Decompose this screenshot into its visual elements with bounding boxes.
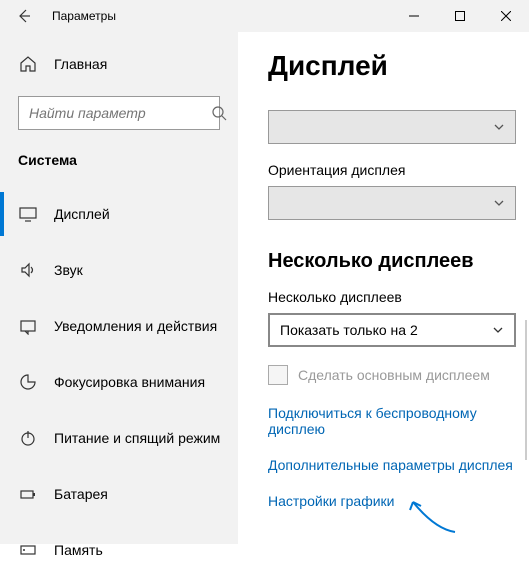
wireless-display-link[interactable]: Подключиться к беспроводному дисплею: [268, 405, 529, 437]
primary-display-checkbox[interactable]: [268, 365, 288, 385]
graphics-settings-link[interactable]: Настройки графики: [268, 493, 529, 509]
minimize-button[interactable]: [391, 0, 437, 32]
maximize-icon: [455, 11, 465, 21]
notifications-icon: [18, 316, 38, 336]
close-icon: [501, 11, 511, 21]
main-content: Дисплей Ориентация дисплея Несколько дис…: [238, 32, 529, 544]
window-controls: [391, 0, 529, 32]
power-icon: [18, 428, 38, 448]
maximize-button[interactable]: [437, 0, 483, 32]
nav-notifications[interactable]: Уведомления и действия: [0, 298, 238, 354]
nav-sound[interactable]: Звук: [0, 242, 238, 298]
nav-item-label: Питание и спящий режим: [54, 430, 220, 446]
primary-display-label: Сделать основным дисплеем: [298, 367, 490, 383]
sound-icon: [18, 260, 38, 280]
advanced-display-link[interactable]: Дополнительные параметры дисплея: [268, 457, 529, 473]
nav-focus[interactable]: Фокусировка внимания: [0, 354, 238, 410]
storage-icon: [18, 540, 38, 560]
focus-icon: [18, 372, 38, 392]
search-icon: [211, 105, 227, 121]
nav-item-label: Звук: [54, 262, 83, 278]
chevron-down-icon: [492, 324, 504, 336]
minimize-icon: [409, 11, 419, 21]
display-icon: [18, 204, 38, 224]
nav-item-label: Фокусировка внимания: [54, 374, 205, 390]
multi-display-dropdown[interactable]: Показать только на 2: [268, 313, 516, 347]
search-input[interactable]: [29, 105, 211, 121]
scrollbar[interactable]: [525, 320, 527, 460]
nav-item-label: Батарея: [54, 486, 108, 502]
multi-display-label: Несколько дисплеев: [268, 289, 529, 305]
home-icon: [18, 54, 38, 74]
nav-home-label: Главная: [54, 56, 107, 72]
battery-icon: [18, 484, 38, 504]
multi-display-heading: Несколько дисплеев: [268, 250, 529, 273]
page-title: Дисплей: [268, 50, 529, 82]
primary-display-row: Сделать основным дисплеем: [268, 365, 529, 385]
orientation-label: Ориентация дисплея: [268, 162, 529, 178]
back-button[interactable]: [0, 0, 48, 32]
resolution-dropdown[interactable]: [268, 110, 516, 144]
nav-home[interactable]: Главная: [0, 44, 238, 84]
nav-power[interactable]: Питание и спящий режим: [0, 410, 238, 466]
arrow-left-icon: [16, 8, 32, 24]
multi-display-selected: Показать только на 2: [280, 322, 418, 338]
search-input-box[interactable]: [18, 96, 220, 130]
chevron-down-icon: [493, 197, 505, 209]
chevron-down-icon: [493, 121, 505, 133]
sidebar: Главная Система Дисплей Звук Уведомлен: [0, 32, 238, 544]
nav-display[interactable]: Дисплей: [0, 186, 238, 242]
nav-item-label: Уведомления и действия: [54, 318, 217, 334]
window-title: Параметры: [48, 9, 391, 23]
sidebar-category: Система: [0, 138, 238, 186]
nav-storage[interactable]: Память: [0, 522, 238, 578]
nav-battery[interactable]: Батарея: [0, 466, 238, 522]
close-button[interactable]: [483, 0, 529, 32]
nav-item-label: Память: [54, 542, 103, 558]
nav-item-label: Дисплей: [54, 206, 110, 222]
titlebar: Параметры: [0, 0, 529, 32]
orientation-dropdown[interactable]: [268, 186, 516, 220]
